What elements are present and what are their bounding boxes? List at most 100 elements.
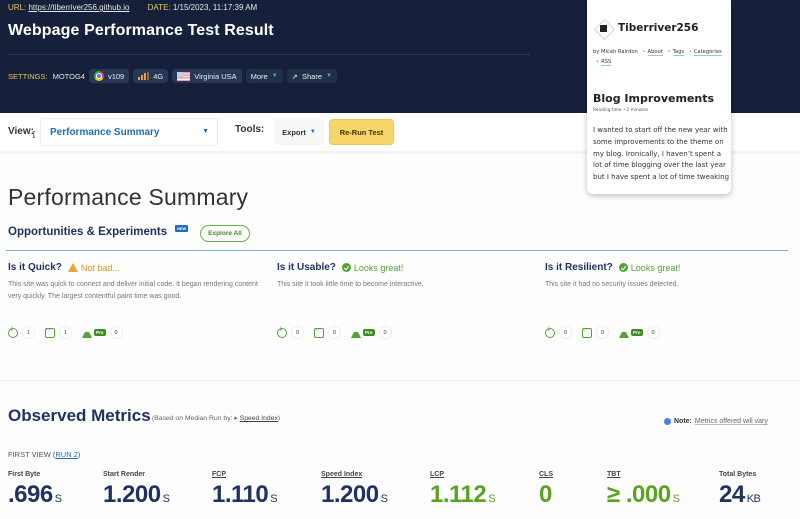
date-label: DATE: [147,3,171,12]
status-text: Looks great! [630,262,681,273]
nav-link-rss[interactable]: RSS [601,58,612,66]
card-question[interactable]: Is it Usable? [277,262,336,273]
tested-url-link[interactable]: https://tiberriver256.github.io [28,3,129,12]
metric-label[interactable]: Speed Index [321,471,387,478]
metric-lcp: LCP 1.112 S [430,471,496,509]
pro-badge: Pro [631,329,643,336]
code-icon[interactable] [582,327,592,338]
metric-value: 1.110 [212,481,269,508]
us-flag-icon [177,71,191,81]
opportunities-divider [6,250,788,251]
settings-label: SETTINGS: [8,71,48,81]
export-label: Export [282,127,306,137]
metric-label[interactable]: LCP [430,471,495,478]
code-icon[interactable] [45,327,55,338]
metric-value: 1.200 [321,481,379,508]
metric-label: Total Bytes [719,471,757,478]
tips-icon[interactable] [8,327,18,338]
metric-value: 1.200 [103,481,161,508]
site-name: Tiberriver256 [618,22,699,34]
export-button[interactable]: Export ▼ [274,119,324,145]
metric-first-byte: First Byte .696 S [8,471,62,509]
info-icon [664,418,671,425]
usable-card: Is it Usable? Looks great! This site it … [277,262,539,338]
card-question[interactable]: Is it Quick? [8,262,62,273]
view-select[interactable]: Performance Summary ▼ [40,118,218,146]
site-preview-popup: Tiberriver256 by Micah Rairdon • About • T… [587,0,731,194]
note-text[interactable]: Metrics offered will vary [695,418,768,425]
median-suffix: ) [277,415,281,422]
first-view-prefix: FIRST VIEW ( [8,450,56,459]
metric-value: 0 [539,481,552,508]
metric-label: First Byte [8,471,41,478]
metric-label[interactable]: CLS [539,471,554,478]
metric-unit: S [162,493,170,505]
metric-total-bytes: Total Bytes 24 KB [719,471,761,509]
caret-down-icon: ▼ [326,73,332,79]
metric-speed-index: Speed Index 1.200 S [321,471,388,509]
metrics-note: Note: Metrics offered will vary [664,418,768,425]
signal-icon [138,72,150,80]
first-view-suffix: ) [77,450,81,459]
run-link[interactable]: RUN 2 [55,450,78,459]
experiments-count: 0 [110,327,122,338]
code-icon[interactable] [314,327,324,338]
card-description: This site it had no security issues dete… [545,281,679,288]
metric-unit: S [380,493,388,505]
metric-start-render: Start Render 1.200 S [103,471,170,509]
status-badge: Not bad... [67,262,120,273]
card-question[interactable]: Is it Resilient? [545,262,613,273]
metric-tbt: TBT ≥ .000 S [607,471,680,509]
metric-unit: KB [746,493,761,505]
tips-icon[interactable] [277,327,287,338]
median-prefix: (Based on Median Run by: ▸ [152,415,238,422]
rerun-test-button[interactable]: Re-Run Test [329,119,394,145]
caret-down-icon: ▼ [309,129,316,135]
observed-metrics-title: Observed Metrics [8,406,151,425]
pro-badge: Pro [94,329,106,336]
metric-fcp: FCP 1.110 S [212,471,278,509]
median-metric-link[interactable]: Speed Index [240,415,278,422]
status-text: Not bad... [80,262,120,273]
metric-unit: S [672,493,680,505]
median-run-note: (Based on Median Run by: ▸ Speed Index) [152,414,280,422]
metric-value: .696 [8,481,53,508]
tips-icon[interactable] [545,327,555,338]
share-button[interactable]: ➚ Share ▼ [286,69,337,83]
nav-link-about[interactable]: About [647,49,663,56]
check-circle-icon [618,263,628,272]
quick-card: Is it Quick? Not bad... This site was qu… [8,262,270,338]
tips-count: 1 [23,327,34,338]
site-logo-icon [595,20,612,37]
new-badge: NEW [175,225,189,232]
card-description: This site was quick to connect and deliv… [8,281,258,300]
metric-label[interactable]: TBT [607,471,679,478]
nav-link-categories[interactable]: Categories [693,49,722,56]
browser-version: v109 [107,71,125,81]
page-heading: Webpage Performance Test Result [8,22,274,39]
metric-unit: S [488,493,496,505]
check-circle-icon [341,263,351,272]
experiments-count: 0 [647,327,659,338]
more-button[interactable]: More ▼ [245,69,283,83]
nav-link-tags[interactable]: Tags [672,49,685,56]
experiment-flask-icon[interactable] [351,328,361,338]
metric-unit: S [270,493,278,505]
experiment-flask-icon[interactable] [619,328,629,338]
note-label: Note: [674,418,692,425]
more-label: More [250,71,268,81]
metric-unit: S [54,493,62,505]
code-count: 1 [60,327,71,338]
opportunity-counts: 0 0 Pro 0 [545,327,665,338]
metric-value: ≥ .000 [607,481,671,508]
status-text: Looks great! [353,262,404,273]
status-badge: Looks great! [341,262,404,273]
experiment-flask-icon[interactable] [82,328,92,338]
metric-label[interactable]: FCP [212,471,277,478]
url-label: URL: [8,3,27,12]
code-count: 0 [329,327,340,338]
caret-down-icon: ▼ [202,128,209,135]
resilient-card: Is it Resilient? Looks great! This site … [545,262,800,338]
share-icon: ➚ [291,71,298,81]
explore-all-button[interactable]: Explore All [200,225,250,242]
